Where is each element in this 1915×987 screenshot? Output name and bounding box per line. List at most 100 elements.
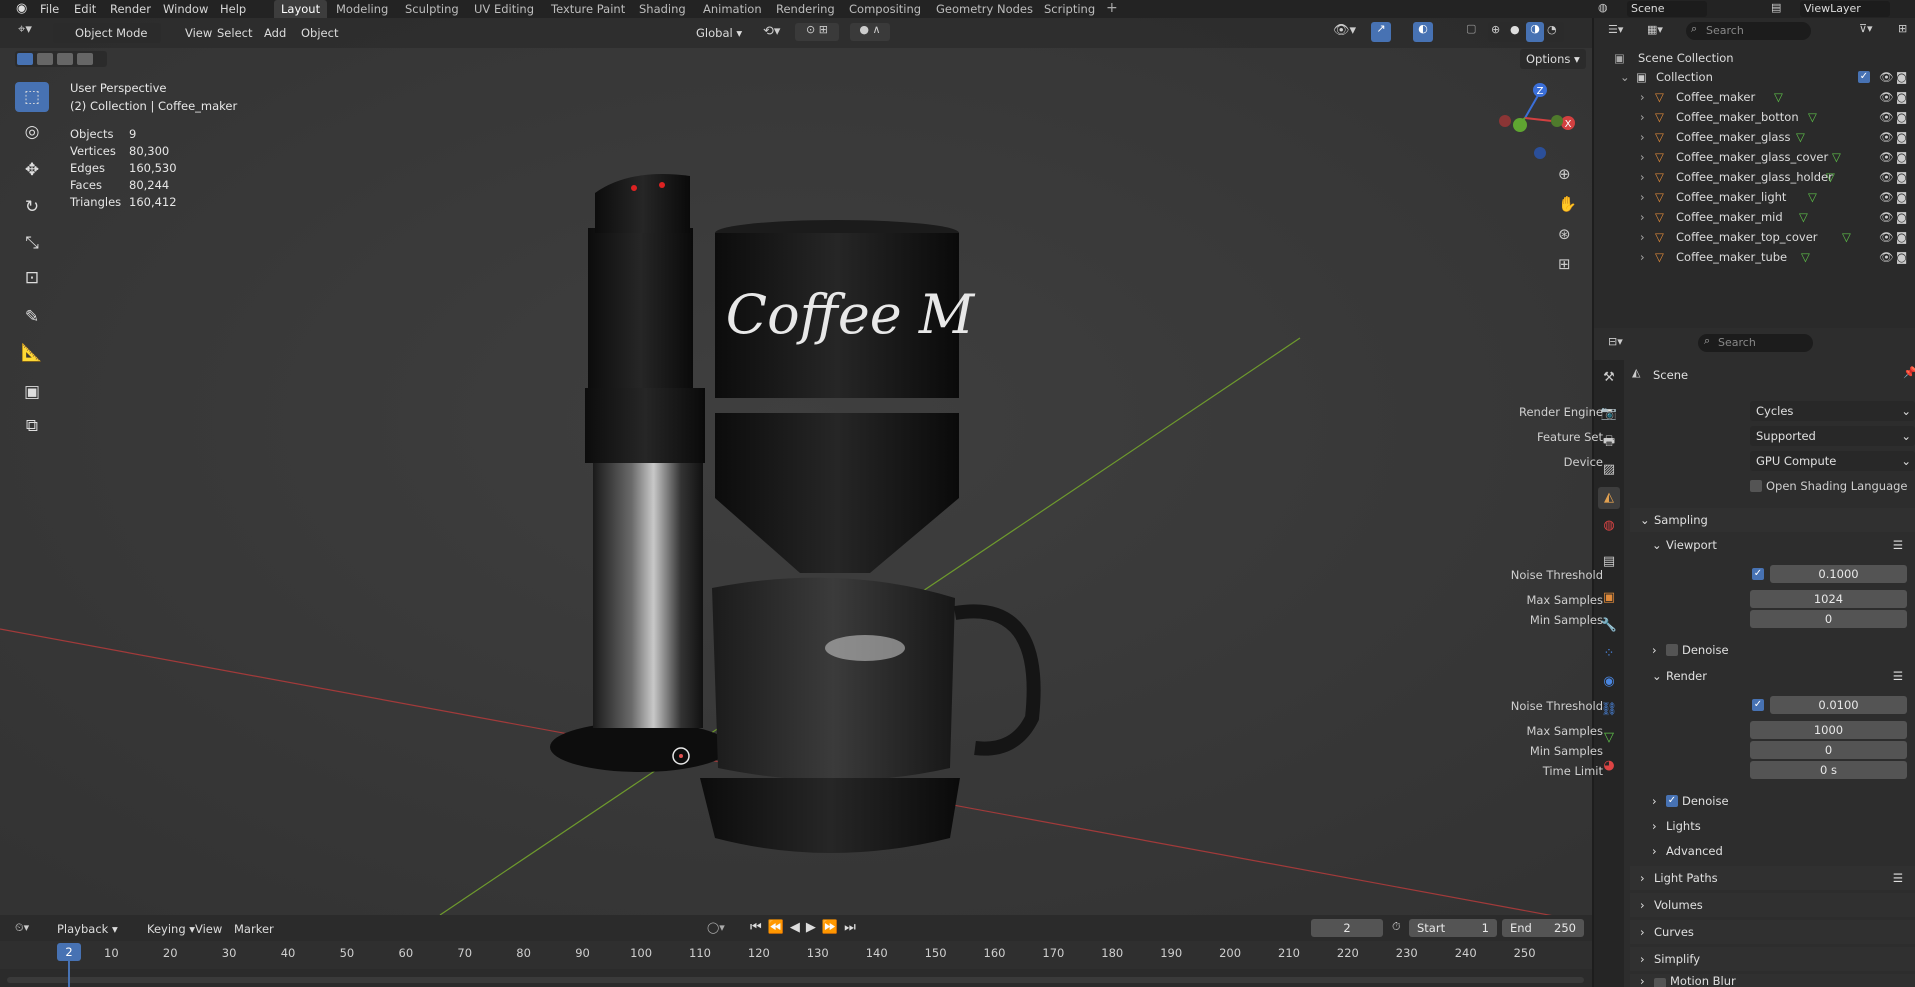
expand-chevron-icon[interactable]: › [1640, 127, 1645, 147]
volumes-section-header[interactable]: › Volumes [1630, 893, 1915, 917]
render-camera-icon[interactable]: ◙ [1896, 87, 1907, 107]
render-camera-icon[interactable]: ◙ [1896, 167, 1907, 187]
physics-tab-icon[interactable]: ◉ [1598, 671, 1620, 693]
tab-rendering[interactable]: Rendering [769, 0, 842, 18]
mesh-data-icon[interactable]: ▽ [1842, 227, 1851, 247]
3d-viewport[interactable]: Coffee M [0, 18, 1592, 915]
time-limit-field[interactable]: 0 s [1750, 761, 1907, 779]
menu-file[interactable]: File [40, 1, 59, 17]
osl-checkbox[interactable] [1750, 480, 1762, 492]
outliner-editor-icon[interactable]: ☰▾ [1608, 23, 1623, 36]
select-extend-icon[interactable] [37, 53, 53, 65]
motion-blur-section-header[interactable]: › Motion Blur [1630, 974, 1915, 987]
playback-menu[interactable]: Playback ▾ [51, 919, 124, 939]
select-new-icon[interactable] [17, 53, 33, 65]
feature-set-dropdown[interactable]: Supported ⌄ [1750, 426, 1915, 446]
render-camera-icon[interactable]: ◙ [1896, 107, 1907, 127]
collection-row[interactable]: ⌄ ▣ Collection ✓ 👁 ◙ [1594, 67, 1915, 87]
render-camera-icon[interactable]: ◙ [1896, 207, 1907, 227]
visibility-eye-icon[interactable]: 👁 [1879, 227, 1894, 247]
mesh-data-icon[interactable]: ▽ [1774, 87, 1783, 107]
gizmo-toggle-icon[interactable]: ↗ [1371, 22, 1391, 42]
visibility-eye-icon[interactable]: 👁 [1879, 167, 1894, 187]
material-shading-icon[interactable]: ◑ [1526, 22, 1544, 42]
tab-sculpting[interactable]: Sculpting [398, 0, 466, 18]
visibility-eye-icon[interactable]: 👁 [1879, 67, 1894, 87]
outliner-object-row[interactable]: › ▽ Coffee_maker_glass_holder ▽ 👁 ◙ [1594, 167, 1915, 187]
transform-orientation-dropdown[interactable]: Global ▾ [676, 23, 752, 43]
overlay-toggle-icon[interactable]: ◐ [1413, 22, 1433, 42]
presets-list-icon[interactable]: ☰ [1893, 533, 1903, 557]
add-cube-tool[interactable]: ▣ [15, 377, 49, 407]
viewport-subsection-header[interactable]: ⌄ Viewport ☰ [1630, 533, 1915, 557]
simplify-section-header[interactable]: › Simplify [1630, 947, 1915, 971]
collapse-chevron-icon[interactable]: ⌄ [1620, 67, 1630, 87]
expand-chevron-icon[interactable]: › [1640, 87, 1645, 107]
playback-controls[interactable]: ⏮⏪◀▶⏩⏭ [750, 920, 862, 935]
new-collection-icon[interactable]: ⊞ [1898, 22, 1907, 35]
timeline-editor-icon[interactable]: ⏲▾ [15, 921, 29, 935]
select-subtract-icon[interactable] [57, 53, 73, 65]
mesh-data-icon[interactable]: ▽ [1808, 187, 1817, 207]
playhead-frame-badge[interactable]: 2 [57, 943, 81, 961]
rotate-tool[interactable]: ↻ [15, 192, 49, 222]
mesh-data-icon[interactable]: ▽ [1801, 247, 1810, 267]
render-noise-checkbox[interactable]: ✓ [1752, 699, 1764, 711]
scale-tool[interactable]: ⤡ [15, 228, 49, 258]
xray-toggle-icon[interactable]: ▢ [1466, 22, 1476, 35]
expand-chevron-icon[interactable]: › [1640, 207, 1645, 227]
viewport-menu-object[interactable]: Object [295, 23, 344, 43]
auto-key-icon[interactable]: ◯▾ [707, 921, 725, 934]
snap-toggle-icon[interactable]: ⊙ ⊞ [795, 23, 839, 41]
sampling-section-header[interactable]: ⌄ Sampling [1630, 508, 1915, 532]
mesh-data-icon[interactable]: ▽ [1826, 167, 1835, 187]
render-camera-icon[interactable]: ◙ [1896, 147, 1907, 167]
outliner-object-row[interactable]: › ▽ Coffee_maker_light ▽ 👁 ◙ [1594, 187, 1915, 207]
tab-geometry-nodes[interactable]: Geometry Nodes [929, 0, 1040, 18]
render-camera-icon[interactable]: ◙ [1896, 67, 1907, 87]
menu-render[interactable]: Render [110, 1, 151, 17]
advanced-subsection-header[interactable]: › Advanced [1630, 839, 1915, 863]
viewport-menu-select[interactable]: Select [211, 23, 258, 43]
playhead-line[interactable] [68, 961, 70, 987]
outliner-object-row[interactable]: › ▽ Coffee_maker_tube ▽ 👁 ◙ [1594, 247, 1915, 267]
move-tool[interactable]: ✥ [15, 155, 49, 185]
light-paths-section-header[interactable]: › Light Paths ☰ [1630, 866, 1915, 890]
visibility-eye-icon[interactable]: 👁 [1879, 147, 1894, 167]
render-camera-icon[interactable]: ◙ [1896, 127, 1907, 147]
blender-logo-icon[interactable]: ◉ [16, 1, 27, 16]
render-camera-icon[interactable]: ◙ [1896, 227, 1907, 247]
pin-icon[interactable]: 📌 [1903, 366, 1915, 379]
scene-selector-icon[interactable]: ◍ [1598, 1, 1608, 14]
end-frame-field[interactable]: End 250 [1502, 919, 1584, 937]
ortho-toggle-icon[interactable]: ⊞ [1558, 255, 1571, 273]
outliner-object-row[interactable]: › ▽ Coffee_maker_glass_cover ▽ 👁 ◙ [1594, 147, 1915, 167]
mesh-data-icon[interactable]: ▽ [1796, 127, 1805, 147]
collection-exclude-checkbox[interactable]: ✓ [1858, 71, 1870, 83]
light-paths-presets-icon[interactable]: ☰ [1893, 866, 1903, 890]
tab-scripting[interactable]: Scripting [1037, 0, 1102, 18]
render-denoise-header[interactable]: › ✓ Denoise [1630, 789, 1915, 813]
transform-tool[interactable]: ⊡ [15, 263, 49, 293]
outliner-object-row[interactable]: › ▽ Coffee_maker ▽ 👁 ◙ [1594, 87, 1915, 107]
tab-modeling[interactable]: Modeling [329, 0, 395, 18]
viewport-denoise-header[interactable]: › Denoise [1630, 638, 1915, 662]
zoom-icon[interactable]: ⊕ [1558, 165, 1571, 183]
viewport-noise-field[interactable]: 0.1000 [1770, 565, 1907, 583]
curves-section-header[interactable]: › Curves [1630, 920, 1915, 944]
expand-chevron-icon[interactable]: › [1640, 227, 1645, 247]
world-tab-icon[interactable]: ◍ [1598, 515, 1620, 537]
start-frame-field[interactable]: Start 1 [1409, 919, 1497, 937]
expand-chevron-icon[interactable]: › [1640, 247, 1645, 267]
tab-layout[interactable]: Layout [274, 0, 328, 18]
tab-shading[interactable]: Shading [632, 0, 693, 18]
tab-animation[interactable]: Animation [696, 0, 769, 18]
select-box-tool[interactable]: ⬚ [15, 82, 49, 112]
properties-editor-icon[interactable]: ⊟▾ [1608, 335, 1623, 348]
navigation-gizmo[interactable]: Z X [1495, 78, 1575, 168]
editor-type-icon[interactable]: ⌖▾ [18, 22, 32, 37]
cursor-tool[interactable]: ◎ [15, 117, 49, 147]
current-frame-field[interactable]: 2 [1311, 919, 1383, 937]
render-presets-icon[interactable]: ☰ [1893, 664, 1903, 688]
options-dropdown[interactable]: Options ▾ [1520, 49, 1586, 69]
